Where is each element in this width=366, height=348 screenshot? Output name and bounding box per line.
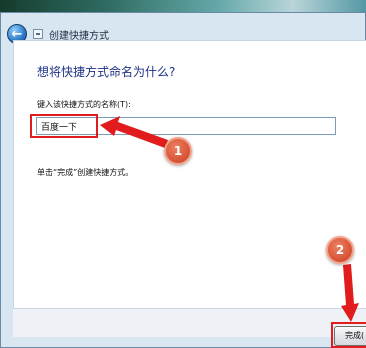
command-bar <box>13 308 366 337</box>
finish-hint-text: 单击“完成”创建快捷方式。 <box>37 168 134 177</box>
input-highlight-box <box>30 114 98 138</box>
page-heading: 想将快捷方式命名为什么? <box>37 65 176 79</box>
wizard-page: 想将快捷方式命名为什么? 键入该快捷方式的名称(T): 单击“完成”创建快捷方式… <box>13 40 366 309</box>
shortcut-wizard-icon <box>33 29 43 39</box>
step-2-badge: 2 <box>326 236 354 264</box>
finish-highlight-box <box>331 322 366 348</box>
name-field-label: 键入该快捷方式的名称(T): <box>37 100 131 109</box>
step-1-badge: 1 <box>164 137 192 165</box>
